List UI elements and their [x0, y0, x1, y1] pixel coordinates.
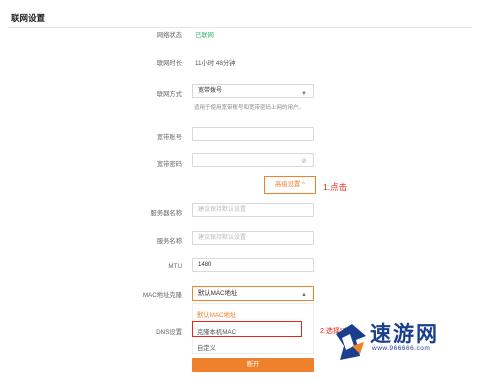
eye-icon[interactable]: ⊘: [301, 156, 307, 168]
step1-annotation: 1.点击: [323, 182, 348, 192]
chevron-down-icon: ▼: [301, 91, 307, 97]
mtu-value: 1480: [198, 262, 212, 268]
chevron-up-icon: ▲: [301, 292, 307, 298]
duration-label: 联网时长: [156, 60, 182, 67]
password-input[interactable]: ⊘: [192, 153, 314, 167]
account-label: 宽带账号: [156, 134, 182, 141]
duration-value: 11小时 48分钟: [195, 60, 236, 67]
mtu-label: MTU: [168, 263, 182, 270]
option-default-mac[interactable]: 默认MAC地址: [197, 310, 236, 319]
disconnect-button[interactable]: 断开: [192, 358, 314, 372]
page-title: 联网设置: [11, 13, 46, 23]
watermark-name: 速游网: [370, 323, 439, 346]
service-name-label: 服务名称: [156, 238, 182, 245]
mode-hint: 适用于使用宽带账号和宽带密码上网的用户。: [194, 105, 305, 111]
mode-label: 联网方式: [156, 91, 182, 98]
service-name-placeholder: 建议保持默认设置: [198, 235, 247, 241]
dns-label: DNS设置: [156, 329, 182, 336]
mac-clone-label: MAC地址克隆: [142, 292, 182, 299]
title-divider: [8, 27, 472, 28]
mode-select[interactable]: 宽带拨号 ▼: [192, 84, 314, 98]
option-custom[interactable]: 自定义: [197, 343, 216, 352]
server-name-placeholder: 建议保持默认设置: [198, 207, 247, 213]
service-name-input[interactable]: 建议保持默认设置: [192, 231, 314, 245]
advanced-settings-button[interactable]: 高级设置 ^: [264, 176, 316, 194]
mac-clone-select[interactable]: 默认MAC地址 ▲: [192, 286, 314, 301]
server-name-input[interactable]: 建议保持默认设置: [192, 203, 314, 217]
server-name-label: 服务器名称: [150, 210, 182, 217]
status-label: 网络状态: [156, 32, 182, 39]
highlight-box: [192, 321, 302, 337]
mac-clone-value: 默认MAC地址: [198, 290, 238, 297]
network-settings-page: 联网设置 网络状态 已联网 联网时长 11小时 48分钟 联网方式 宽带拨号 ▼…: [0, 0, 480, 381]
mode-value: 宽带拨号: [198, 88, 223, 94]
status-value: 已联网: [195, 32, 214, 39]
account-input[interactable]: [192, 127, 314, 141]
watermark-url: www.966666.com: [372, 345, 431, 352]
password-label: 宽带密码: [156, 161, 182, 168]
mtu-input[interactable]: 1480: [192, 258, 314, 272]
